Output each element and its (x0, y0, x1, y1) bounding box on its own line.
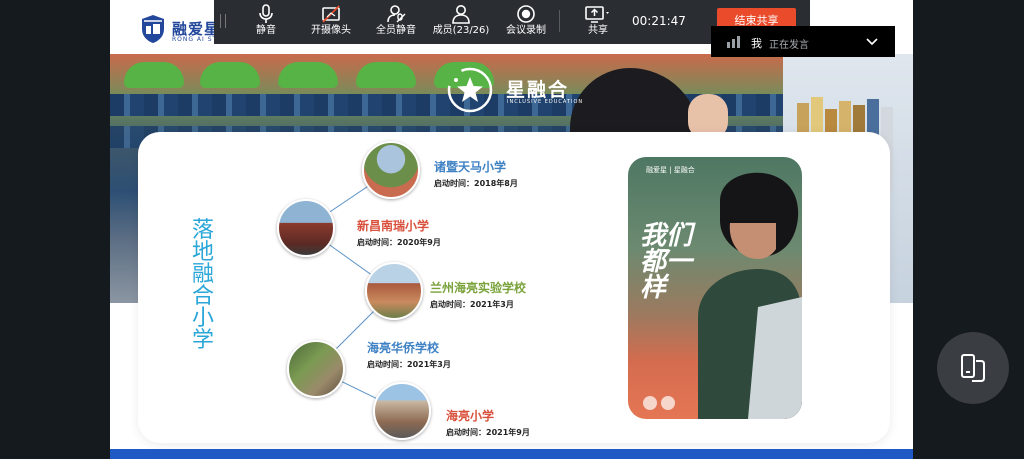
shared-screen-slide: 融爱星 RONG AI STAR 星融合 INCLUSIVE EDUCATION… (110, 0, 913, 459)
mute-label: 静音 (256, 25, 276, 36)
share-screen-icon (585, 6, 609, 23)
members-button[interactable]: 成员(23/26) (430, 2, 492, 42)
toolbar-divider (559, 10, 560, 32)
volume-bars-icon (727, 36, 740, 48)
camera-label: 开摄像头 (311, 25, 351, 36)
school-date-3: 启动时间：2021年3月 (430, 300, 514, 309)
school-name-1: 诸暨天马小学 (434, 160, 507, 174)
speaker-status: 正在发言 (769, 40, 809, 51)
school-date-5: 启动时间：2021年9月 (446, 428, 530, 437)
mute-all-label: 全员静音 (376, 25, 416, 36)
school-date-2: 启动时间：2020年9月 (357, 238, 441, 247)
screen: 融爱星 RONG AI STAR 星融合 INCLUSIVE EDUCATION… (0, 0, 1024, 459)
record-label: 会议录制 (506, 25, 546, 36)
brand-logo-icon (142, 15, 164, 43)
star-logo-icon (447, 67, 493, 113)
school-date-4: 启动时间：2021年3月 (367, 360, 451, 369)
share-button[interactable]: 共享 (580, 2, 616, 42)
sub-brand-english: INCLUSIVE EDUCATION (507, 99, 584, 105)
toolbar-drag-handle[interactable] (220, 14, 226, 28)
school-name-2: 新昌南瑞小学 (357, 219, 430, 233)
share-label: 共享 (588, 25, 608, 36)
slide-bottom-bar (110, 449, 913, 459)
camera-button[interactable]: 开摄像头 (308, 2, 354, 42)
chevron-down-icon[interactable] (865, 36, 879, 46)
record-icon (517, 5, 535, 23)
members-label: 成员(23/26) (432, 25, 490, 36)
mute-button[interactable]: 静音 (252, 2, 280, 42)
school-photo-1 (362, 141, 420, 199)
phone-switch-icon (961, 354, 985, 382)
record-button[interactable]: 会议录制 (504, 2, 548, 42)
school-name-5: 海亮小学 (446, 409, 495, 423)
mute-all-button[interactable]: 全员静音 (374, 2, 418, 42)
schools-card: 落地融合小学 诸暨天马小学 启动时间：2018年8月 新昌南瑞小学 启动时间：2… (138, 132, 890, 443)
school-photo-3 (365, 262, 423, 320)
school-date-1: 启动时间：2018年8月 (434, 179, 518, 188)
speaker-indicator[interactable]: 我 正在发言 (711, 26, 895, 57)
mute-all-icon (387, 5, 406, 23)
school-photo-4 (287, 340, 345, 398)
school-photo-2 (277, 199, 335, 257)
school-name-4: 海亮华侨学校 (367, 341, 440, 355)
camera-off-icon (322, 5, 340, 23)
members-icon (452, 5, 470, 24)
school-photo-5 (373, 382, 431, 440)
meeting-timer: 00:21:47 (632, 14, 686, 28)
microphone-icon (259, 4, 273, 23)
school-name-3: 兰州海亮实验学校 (430, 281, 527, 295)
floating-switch-button[interactable] (937, 332, 1009, 404)
sub-brand-name: 星融合 (506, 79, 570, 101)
speaker-name: 我 (751, 37, 762, 50)
poster-slogan: 我们都一样 (640, 221, 693, 303)
campaign-poster: 融爱星 | 星融合 我们都一样 (628, 157, 802, 419)
